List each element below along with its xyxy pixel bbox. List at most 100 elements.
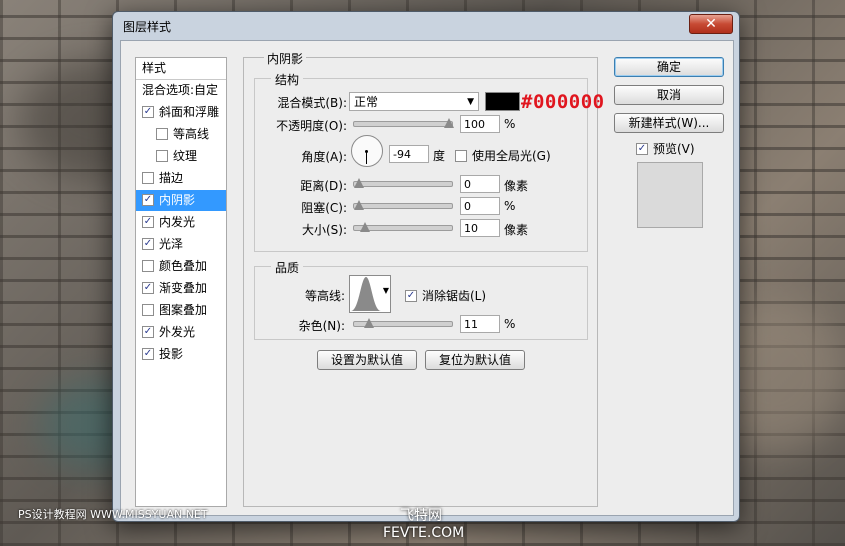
contour-picker[interactable]: ▼ [349, 275, 391, 313]
style-item-checkbox[interactable] [142, 303, 154, 316]
quality-fieldset: 品质 等高线: ▼ ✓ 消除锯齿(L) 杂色(N): 11 % [254, 259, 588, 340]
quality-title: 品质 [271, 259, 304, 276]
style-item-checkbox[interactable]: ✓ [142, 325, 154, 338]
global-light-checkbox[interactable]: 使用全局光(G) [455, 147, 551, 164]
anti-alias-check-box[interactable]: ✓ [405, 289, 417, 302]
group-title: 内阴影 [264, 50, 307, 67]
style-item-label: 外发光 [159, 325, 196, 339]
styles-list: 样式 混合选项:自定 ✓ 斜面和浮雕 等高线 纹理 描边 ✓ 内阴影 ✓ 内发光 ✓ 光泽 颜色叠加 ✓ 渐… [135, 57, 227, 507]
style-item-checkbox[interactable] [156, 127, 168, 140]
choke-slider[interactable] [353, 200, 453, 210]
noise-label: 杂色(N): [298, 319, 345, 333]
title-bar[interactable]: 图层样式 ✕ [113, 12, 739, 38]
noise-slider[interactable] [353, 318, 453, 328]
size-unit: 像素 [504, 223, 529, 237]
new-style-button[interactable]: 新建样式(W)... [614, 113, 724, 133]
size-input[interactable]: 10 [460, 219, 500, 237]
style-item-label: 颜色叠加 [159, 259, 208, 273]
cancel-button[interactable]: 取消 [614, 85, 724, 105]
style-item[interactable]: 混合选项:自定 [136, 80, 226, 101]
style-item-label: 描边 [159, 171, 184, 185]
ok-button[interactable]: 确定 [614, 57, 724, 77]
contour-curve-icon [351, 277, 381, 311]
close-button[interactable]: ✕ [689, 14, 733, 34]
watermark-left: PS设计教程网 WWW.MISSYUAN.NET [18, 508, 208, 521]
style-item-checkbox[interactable]: ✓ [142, 193, 154, 206]
inner-shadow-group: 内阴影 结构 混合模式(B): 正常 ▼ 不透明度(O): 100 % 角度(A… [243, 50, 598, 507]
distance-label: 距离(D): [300, 179, 347, 193]
distance-input[interactable]: 0 [460, 175, 500, 193]
distance-unit: 像素 [504, 179, 529, 193]
shadow-color-swatch[interactable] [485, 92, 520, 111]
style-item-checkbox[interactable]: ✓ [142, 281, 154, 294]
style-item[interactable]: 纹理 [136, 146, 226, 167]
style-item[interactable]: 描边 [136, 168, 226, 189]
size-slider[interactable] [353, 222, 453, 232]
opacity-input[interactable]: 100 [460, 115, 500, 133]
watermark-center-en: FEVTE.COM [383, 525, 465, 541]
preview-check-box[interactable]: ✓ [636, 142, 648, 155]
styles-list-header[interactable]: 样式 [136, 58, 226, 80]
angle-dial[interactable] [351, 135, 383, 167]
style-item[interactable]: ✓ 渐变叠加 [136, 278, 226, 299]
choke-unit: % [504, 199, 516, 213]
style-item-label: 投影 [159, 347, 184, 361]
layer-style-dialog: 图层样式 ✕ 样式 混合选项:自定 ✓ 斜面和浮雕 等高线 纹理 描边 ✓ 内阴影 ✓ 内发光 ✓ 光… [112, 11, 740, 522]
style-item-checkbox[interactable]: ✓ [142, 215, 154, 228]
anti-alias-checkbox[interactable]: ✓ 消除锯齿(L) [405, 287, 486, 304]
size-label: 大小(S): [301, 223, 347, 237]
size-slider-thumb[interactable] [360, 222, 371, 232]
style-item[interactable]: 等高线 [136, 124, 226, 145]
dialog-client-area: 样式 混合选项:自定 ✓ 斜面和浮雕 等高线 纹理 描边 ✓ 内阴影 ✓ 内发光 ✓ 光泽 颜色叠加 ✓ 渐… [120, 40, 734, 516]
style-item-checkbox[interactable] [142, 171, 154, 184]
watermark-center-cn: 飞特网 [400, 508, 442, 524]
opacity-slider[interactable] [353, 118, 454, 128]
style-item-checkbox[interactable]: ✓ [142, 347, 154, 360]
style-item[interactable]: 图案叠加 [136, 300, 226, 321]
style-item-label: 纹理 [173, 149, 198, 163]
style-item-label: 光泽 [159, 237, 184, 251]
angle-dial-center [365, 150, 368, 153]
distance-slider-thumb[interactable] [354, 178, 364, 188]
contour-dropdown-icon[interactable]: ▼ [383, 286, 389, 295]
blend-mode-value: 正常 [354, 95, 379, 109]
blend-mode-label: 混合模式(B): [277, 96, 347, 110]
blend-mode-select[interactable]: 正常 ▼ [349, 92, 479, 111]
reset-default-button[interactable]: 复位为默认值 [425, 350, 525, 370]
style-item-checkbox[interactable]: ✓ [142, 105, 154, 118]
make-default-button[interactable]: 设置为默认值 [317, 350, 417, 370]
choke-input[interactable]: 0 [460, 197, 500, 215]
global-light-check-box[interactable] [455, 149, 467, 162]
preview-checkbox[interactable]: ✓ 预览(V) [636, 140, 695, 157]
style-item-checkbox[interactable] [156, 149, 168, 162]
opacity-label: 不透明度(O): [276, 119, 347, 133]
style-item-label: 内阴影 [159, 193, 196, 207]
style-item-checkbox[interactable]: ✓ [142, 237, 154, 250]
style-item-label: 斜面和浮雕 [159, 105, 220, 119]
style-item-label: 等高线 [173, 127, 210, 141]
angle-unit: 度 [433, 149, 446, 163]
style-item-checkbox[interactable] [142, 259, 154, 272]
noise-slider-thumb[interactable] [363, 318, 374, 328]
anti-alias-label: 消除锯齿(L) [422, 289, 487, 303]
distance-slider[interactable] [353, 178, 453, 188]
style-item[interactable]: ✓ 光泽 [136, 234, 226, 255]
structure-title: 结构 [271, 71, 304, 88]
style-item[interactable]: ✓ 内阴影 [136, 190, 226, 211]
style-item[interactable]: 颜色叠加 [136, 256, 226, 277]
style-item-label: 渐变叠加 [159, 281, 208, 295]
style-item[interactable]: ✓ 斜面和浮雕 [136, 102, 226, 123]
style-item[interactable]: ✓ 投影 [136, 344, 226, 365]
angle-input[interactable]: -94 [389, 145, 429, 163]
opacity-slider-thumb[interactable] [444, 118, 454, 128]
style-item-label: 图案叠加 [159, 303, 208, 317]
window-title: 图层样式 [123, 20, 172, 34]
opacity-unit: % [504, 117, 516, 131]
noise-input[interactable]: 11 [460, 315, 500, 333]
preview-label: 预览(V) [653, 142, 695, 156]
style-item[interactable]: ✓ 外发光 [136, 322, 226, 343]
color-annotation: #000000 [521, 91, 605, 113]
choke-label: 阻塞(C): [301, 201, 347, 215]
choke-slider-thumb[interactable] [354, 200, 364, 210]
style-item[interactable]: ✓ 内发光 [136, 212, 226, 233]
